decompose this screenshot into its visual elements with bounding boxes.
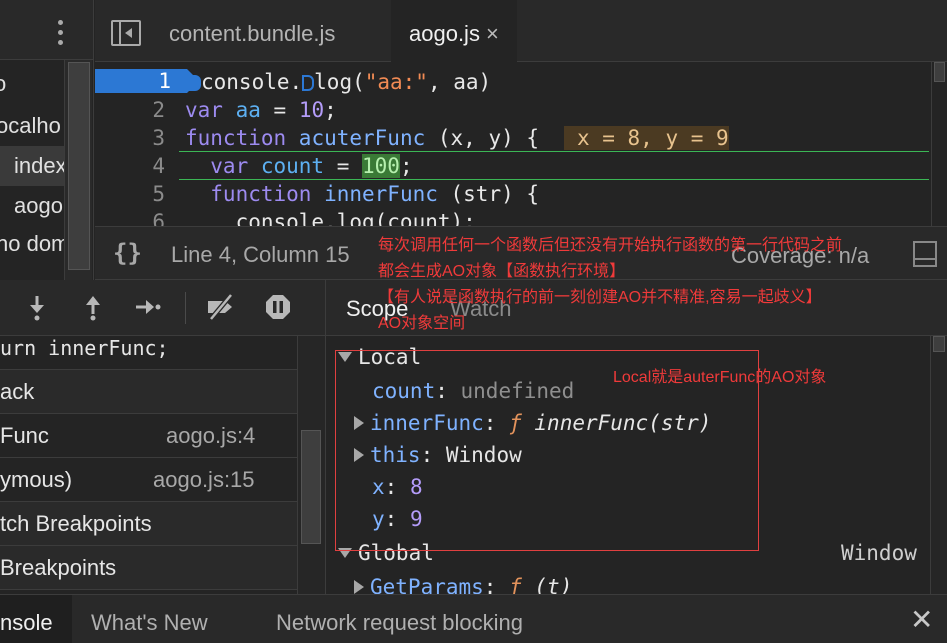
more-options-icon[interactable] (54, 18, 68, 48)
call-stack-panes: urn innerFunc; ack Func aogo.js:4 ymous) a… (0, 336, 297, 594)
drawer-tabbar: nsole What's New Network request blockin… (0, 594, 947, 643)
call-frame[interactable]: Func aogo.js:4 (0, 414, 297, 458)
deactivate-breakpoints-icon[interactable] (202, 290, 240, 324)
code-line-1: console. log("aa:", aa) (189, 68, 491, 96)
scrollbar-thumb[interactable] (934, 62, 945, 82)
execution-highlight: 100 (362, 154, 400, 178)
scrollbar-thumb[interactable] (68, 62, 90, 270)
toggle-drawer-icon[interactable] (913, 241, 937, 267)
cursor-position: Line 4, Column 15 (171, 242, 350, 267)
paused-line-border (179, 151, 929, 152)
code-line-2: var aa = 10; (185, 98, 337, 122)
code-line-3: function acuterFunc (x, y) { x = 8, y = … (185, 126, 729, 150)
code-line-6: console.log(count); (185, 210, 476, 226)
code-line-4: var count = 100; (185, 154, 413, 178)
pretty-print-icon[interactable]: {} (113, 239, 142, 267)
file-navigator: o ocalho index aogo no dom (0, 0, 94, 280)
tab-whats-new[interactable]: What's New (91, 595, 208, 643)
paused-line-border (179, 179, 929, 180)
call-frame[interactable]: ymous) aogo.js:15 (0, 458, 297, 502)
step-out-icon[interactable] (76, 290, 110, 324)
debugger-toolbar (0, 280, 325, 336)
navigator-toolbar (0, 0, 93, 60)
code-preview-row: urn innerFunc; (0, 336, 297, 370)
pause-on-exceptions-icon[interactable] (261, 290, 295, 324)
code-line-5: function innerFunc (str) { (185, 182, 540, 206)
editor-scrollbar[interactable] (931, 62, 947, 226)
step-into-icon[interactable] (20, 290, 54, 324)
tab-console[interactable]: nsole (0, 595, 72, 643)
scope-property[interactable]: GetParams: ƒ (t) (354, 571, 572, 594)
toolbar-divider (185, 292, 186, 324)
tab-content-bundle[interactable]: content.bundle.js (151, 0, 353, 62)
panes-scrollbar[interactable] (297, 336, 325, 594)
annotation-text: AO对象空间 (378, 315, 466, 332)
frame-location: aogo.js:15 (153, 467, 255, 492)
line-number[interactable]: 3 (95, 124, 173, 152)
annotation-text: 都会生成AO对象【函数执行环境】 (378, 263, 626, 280)
dom-breakpoints-header[interactable]: Breakpoints (0, 546, 297, 590)
line-number[interactable]: 6 (95, 208, 173, 226)
inline-breakpoint-icon[interactable] (189, 75, 201, 91)
call-stack-header[interactable]: ack (0, 370, 297, 414)
code-editor[interactable]: 1 2 3 4 5 6 console. log("aa:", aa) var a… (95, 62, 931, 226)
scope-scrollbar[interactable] (930, 336, 947, 594)
toggle-navigator-icon[interactable] (111, 20, 141, 46)
annotation-text: 每次调用任何一个函数后但还没有开始执行函数的第一行代码之前 (378, 237, 843, 254)
annotation-text: 【有人说是函数执行的前一刻创建AO并不精准,容易一起歧义】 (378, 289, 822, 306)
line-number[interactable]: 2 (95, 96, 173, 124)
editor-tabbar: content.bundle.js aogo.js × (95, 0, 947, 62)
frame-location: aogo.js:4 (166, 423, 256, 448)
scrollbar-thumb[interactable] (933, 336, 945, 352)
step-icon[interactable] (130, 290, 164, 324)
inline-value-preview: x = 8, y = 9 (564, 126, 729, 150)
navigator-scrollbar[interactable] (64, 60, 92, 280)
line-number[interactable]: 5 (95, 180, 173, 208)
line-number[interactable]: 4 (95, 152, 173, 180)
annotation-box (335, 350, 759, 551)
expand-arrow-icon[interactable] (354, 580, 364, 594)
close-tab-icon[interactable]: × (486, 21, 499, 46)
inline-breakpoint-icon[interactable] (302, 75, 315, 91)
tab-label: aogo.js (409, 21, 480, 46)
tab-network-request-blocking[interactable]: Network request blocking (276, 595, 523, 643)
scope-global-value: Window (841, 541, 917, 565)
scrollbar-thumb[interactable] (301, 430, 321, 544)
close-drawer-icon[interactable]: ✕ (910, 605, 933, 635)
tab-aogo[interactable]: aogo.js × (391, 0, 517, 62)
tab-label: content.bundle.js (169, 21, 336, 46)
xhr-breakpoints-header[interactable]: tch Breakpoints (0, 502, 297, 546)
breakpoint-marker[interactable]: 1 (95, 69, 199, 93)
